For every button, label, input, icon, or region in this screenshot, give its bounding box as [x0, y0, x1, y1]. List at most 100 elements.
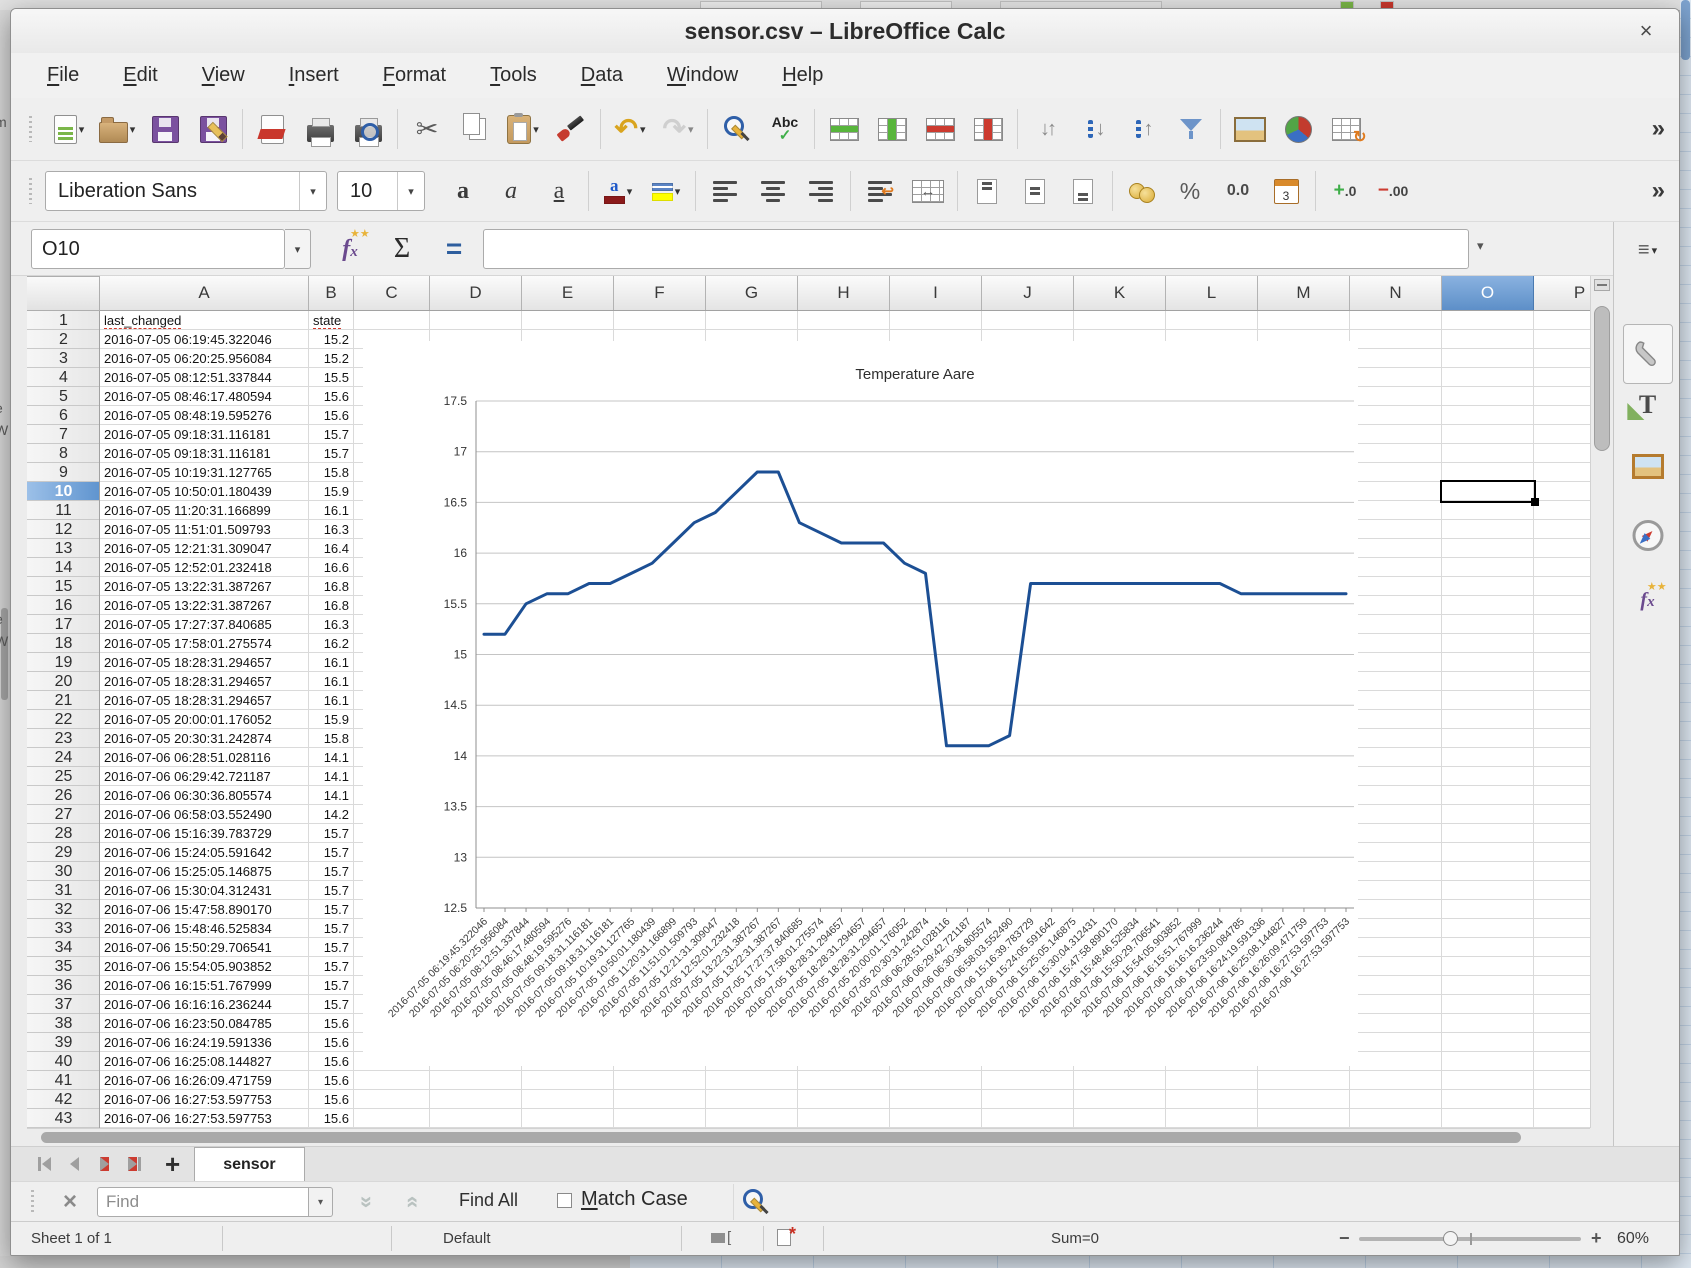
sidebar-functions-button[interactable]: fx ★★ [1640, 582, 1666, 611]
row-header-18[interactable]: 18 [27, 634, 99, 653]
sort-button[interactable]: ↓↑ [1023, 105, 1071, 153]
row-header-21[interactable]: 21 [27, 691, 99, 710]
cell-A14[interactable]: 2016-07-05 12:52:01.232418 [104, 558, 306, 577]
cell-A10[interactable]: 2016-07-05 10:50:01.180439 [104, 482, 306, 501]
row-header-10[interactable]: 10 [27, 482, 99, 501]
row-header-32[interactable]: 32 [27, 900, 99, 919]
cell-B25[interactable]: 14.1 [309, 767, 349, 786]
font-size-dropdown-icon[interactable]: ▾ [397, 172, 424, 210]
close-window-icon[interactable]: × [1631, 16, 1661, 46]
vertical-scrollbar-thumb[interactable] [1594, 306, 1610, 451]
cell-B14[interactable]: 16.6 [309, 558, 349, 577]
zoom-level-label[interactable]: 60% [1617, 1230, 1649, 1248]
delete-columns-button[interactable] [964, 105, 1012, 153]
cell-B10[interactable]: 15.9 [309, 482, 349, 501]
sort-descending-button[interactable]: ↑ [1119, 105, 1167, 153]
row-header-31[interactable]: 31 [27, 881, 99, 900]
cell-B26[interactable]: 14.1 [309, 786, 349, 805]
add-sheet-button[interactable]: + [165, 1149, 180, 1180]
find-all-button[interactable]: Find All [459, 1190, 518, 1211]
insert-rows-above-button[interactable] [820, 105, 868, 153]
zoom-out-button[interactable]: − [1339, 1228, 1350, 1249]
row-header-8[interactable]: 8 [27, 444, 99, 463]
pivot-table-button[interactable]: ↻ [1322, 105, 1370, 153]
merge-cells-button[interactable]: ↔ [904, 167, 952, 215]
find-history-dropdown-icon[interactable]: ▾ [309, 1187, 333, 1217]
cell-A17[interactable]: 2016-07-05 17:27:37.840685 [104, 615, 306, 634]
cell-A22[interactable]: 2016-07-05 20:00:01.176052 [104, 710, 306, 729]
cell-A25[interactable]: 2016-07-06 06:29:42.721187 [104, 767, 306, 786]
row-header-26[interactable]: 26 [27, 786, 99, 805]
insert-chart-button[interactable] [1274, 105, 1322, 153]
menu-window[interactable]: Window [651, 60, 754, 91]
cell-A34[interactable]: 2016-07-06 15:50:29.706541 [104, 938, 306, 957]
percent-button[interactable]: % [1166, 167, 1214, 215]
dropdown-arrow-icon[interactable]: ▾ [688, 123, 694, 136]
save-as-button[interactable] [189, 105, 237, 153]
dropdown-arrow-icon[interactable]: ▾ [640, 123, 646, 136]
cell-B23[interactable]: 15.8 [309, 729, 349, 748]
row-header-39[interactable]: 39 [27, 1033, 99, 1052]
cell-A40[interactable]: 2016-07-06 16:25:08.144827 [104, 1052, 306, 1071]
zoom-in-button[interactable]: + [1591, 1228, 1602, 1249]
formula-button[interactable]: = [431, 228, 477, 270]
row-header-14[interactable]: 14 [27, 558, 99, 577]
horizontal-scrollbar[interactable] [27, 1128, 1590, 1146]
row-header-11[interactable]: 11 [27, 501, 99, 520]
expand-formula-bar-icon[interactable]: ▾ [1477, 238, 1484, 254]
row-header-1[interactable]: 1 [27, 311, 99, 330]
row-header-27[interactable]: 27 [27, 805, 99, 824]
center-vertically-button[interactable] [1011, 167, 1059, 215]
cell-B36[interactable]: 15.7 [309, 976, 349, 995]
cell-B43[interactable]: 15.6 [309, 1109, 349, 1128]
cell-B7[interactable]: 15.7 [309, 425, 349, 444]
cell-B21[interactable]: 16.1 [309, 691, 349, 710]
formula-input[interactable] [483, 229, 1469, 269]
cell-B17[interactable]: 16.3 [309, 615, 349, 634]
row-header-40[interactable]: 40 [27, 1052, 99, 1071]
find-previous-button[interactable]: » [393, 1186, 429, 1218]
print-button[interactable] [296, 105, 344, 153]
cell-A15[interactable]: 2016-07-05 13:22:31.387267 [104, 577, 306, 596]
menu-tools[interactable]: Tools [474, 60, 553, 91]
cell-B32[interactable]: 15.7 [309, 900, 349, 919]
next-sheet-button[interactable] [89, 1150, 119, 1178]
cell-B27[interactable]: 14.2 [309, 805, 349, 824]
column-header-L[interactable]: L [1166, 276, 1258, 310]
zoom-slider[interactable] [1359, 1231, 1581, 1246]
row-header-13[interactable]: 13 [27, 539, 99, 558]
cell-B16[interactable]: 16.8 [309, 596, 349, 615]
previous-sheet-button[interactable] [59, 1150, 89, 1178]
cell-A23[interactable]: 2016-07-05 20:30:31.242874 [104, 729, 306, 748]
print-preview-button[interactable] [344, 105, 392, 153]
cell-A35[interactable]: 2016-07-06 15:54:05.903852 [104, 957, 306, 976]
selected-cell-O10[interactable] [1440, 480, 1539, 506]
column-header-O[interactable]: O [1442, 276, 1534, 310]
cut-button[interactable]: ✂ [403, 105, 451, 153]
row-header-28[interactable]: 28 [27, 824, 99, 843]
cell-A18[interactable]: 2016-07-05 17:58:01.275574 [104, 634, 306, 653]
cell-A11[interactable]: 2016-07-05 11:20:31.166899 [104, 501, 306, 520]
row-header-20[interactable]: 20 [27, 672, 99, 691]
zoom-slider-thumb[interactable] [1443, 1231, 1459, 1246]
row-header-33[interactable]: 33 [27, 919, 99, 938]
cell-A39[interactable]: 2016-07-06 16:24:19.591336 [104, 1033, 306, 1052]
column-header-M[interactable]: M [1258, 276, 1350, 310]
column-header-P[interactable]: P [1534, 276, 1590, 310]
cell-A43[interactable]: 2016-07-06 16:27:53.597753 [104, 1109, 306, 1128]
dropdown-arrow-icon[interactable]: ▾ [130, 123, 136, 136]
find-next-button[interactable]: » [349, 1186, 385, 1218]
cell-B40[interactable]: 15.6 [309, 1052, 349, 1071]
row-header-41[interactable]: 41 [27, 1071, 99, 1090]
toolbar-overflow-button[interactable]: » [1652, 177, 1665, 205]
cell-A29[interactable]: 2016-07-06 15:24:05.591642 [104, 843, 306, 862]
redo-button[interactable]: ↷ ▾ [654, 105, 702, 153]
font-name-combobox[interactable]: Liberation Sans ▾ [45, 171, 327, 211]
column-header-B[interactable]: B [309, 276, 354, 310]
open-button[interactable]: ▾ [93, 105, 141, 153]
cell-A3[interactable]: 2016-07-05 06:20:25.956084 [104, 349, 306, 368]
menu-insert[interactable]: Insert [273, 60, 355, 91]
row-header-19[interactable]: 19 [27, 653, 99, 672]
row-header-37[interactable]: 37 [27, 995, 99, 1014]
first-sheet-button[interactable] [29, 1150, 59, 1178]
